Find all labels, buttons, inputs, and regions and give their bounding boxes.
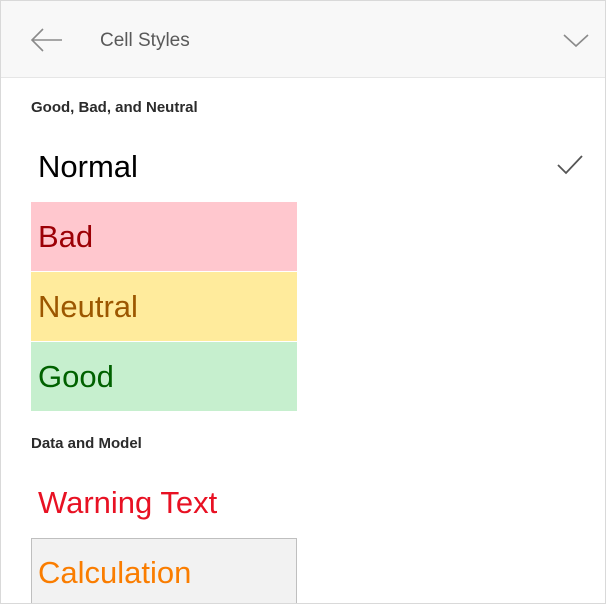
style-item-good[interactable]: Good (31, 342, 297, 411)
style-item-neutral[interactable]: Neutral (31, 272, 297, 341)
style-item-calculation[interactable]: Calculation (31, 538, 297, 603)
style-item-normal[interactable]: Normal (31, 132, 297, 201)
checkmark-icon (557, 155, 583, 175)
style-item-bad[interactable]: Bad (31, 202, 297, 271)
style-label: Normal (38, 149, 138, 184)
panel-title: Cell Styles (100, 30, 190, 51)
section-heading-good-bad-neutral: Good, Bad, and Neutral (31, 99, 198, 116)
style-label: Warning Text (38, 485, 218, 520)
style-label: Calculation (38, 555, 192, 590)
style-item-warning-text[interactable]: Warning Text (31, 468, 297, 537)
section-heading-data-and-model: Data and Model (31, 435, 142, 452)
panel-header: Cell Styles (1, 1, 605, 78)
style-label: Bad (38, 219, 94, 254)
style-label: Good (38, 359, 114, 394)
back-arrow-icon[interactable] (29, 27, 65, 53)
style-label: Neutral (38, 289, 138, 324)
cell-styles-panel: Cell Styles Good, Bad, and Neutral Norma… (0, 0, 606, 604)
chevron-down-icon[interactable] (561, 29, 591, 51)
